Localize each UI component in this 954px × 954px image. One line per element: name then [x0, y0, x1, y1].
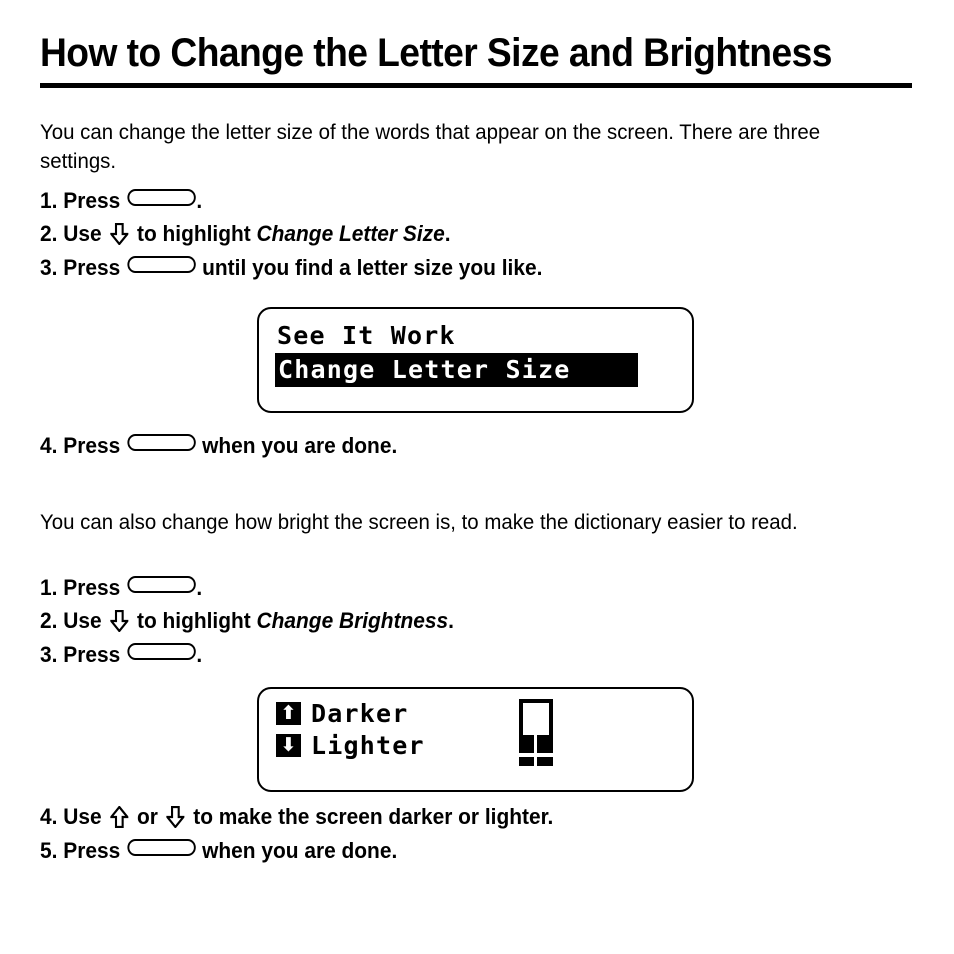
step-text-after: .: [196, 575, 203, 600]
section-one-intro: You can change the letter size of the wo…: [40, 120, 821, 173]
step-text-after: .: [448, 608, 454, 633]
lcd-screen-letter-size: See It Work Change Letter Size: [257, 307, 694, 413]
down-arrow-icon: [166, 806, 185, 828]
gauge-fill: [519, 735, 553, 755]
step-number: 2.: [40, 221, 58, 246]
step-text-after: .: [196, 188, 203, 213]
lcd-up-arrow-badge-icon: ⬆: [276, 702, 301, 725]
step-text-before: Use: [63, 804, 102, 829]
lcd-line-change-letter-size-highlighted: Change Letter Size: [275, 353, 638, 387]
step-number: 1.: [40, 575, 58, 600]
step-text-before: Press: [63, 838, 121, 863]
step-emphasis-change-letter-size: Change Letter Size: [256, 221, 445, 246]
step-number: 3.: [40, 255, 58, 280]
blank-key-icon[interactable]: [126, 189, 196, 206]
step-2-1: 1. Press .: [40, 575, 202, 601]
step-text-before: Press: [63, 188, 121, 213]
step-text-before: Press: [63, 255, 121, 280]
step-number: 4.: [40, 804, 58, 829]
step-text-middle: to highlight: [136, 608, 251, 633]
up-arrow-icon: [110, 806, 129, 828]
step-1-2: 2. Use to highlight Change Letter Size.: [40, 221, 451, 247]
step-2-4: 4. Use or to make the screen darker or l…: [40, 804, 553, 830]
step-conjunction: or: [136, 804, 158, 829]
step-number: 2.: [40, 608, 58, 633]
step-text-before: Press: [63, 433, 121, 458]
gauge-frame: [519, 699, 553, 739]
down-arrow-icon: [110, 610, 129, 632]
blank-key-icon[interactable]: [126, 643, 196, 660]
step-text-before: Press: [63, 575, 121, 600]
step-text-after: to make the screen darker or lighter.: [193, 804, 554, 829]
step-text-before: Use: [63, 221, 102, 246]
step-emphasis-change-brightness: Change Brightness: [256, 608, 449, 633]
step-1-3: 3. Press until you find a letter size yo…: [40, 255, 542, 281]
step-text-middle: to highlight: [136, 221, 251, 246]
gauge-base: [519, 757, 553, 766]
step-text-before: Use: [63, 608, 102, 633]
brightness-gauge-icon: [519, 699, 553, 766]
step-1-1: 1. Press .: [40, 188, 202, 214]
page-title: How to Change the Letter Size and Bright…: [40, 31, 832, 75]
blank-key-icon[interactable]: [126, 839, 196, 856]
manual-page: How to Change the Letter Size and Bright…: [0, 0, 954, 954]
step-2-5: 5. Press when you are done.: [40, 838, 397, 864]
step-text-after: .: [196, 642, 203, 667]
step-text-after: when you are done.: [202, 433, 398, 458]
down-arrow-icon: [110, 223, 129, 245]
lcd-line-see-it-work: See It Work: [277, 321, 456, 350]
step-text-after: .: [444, 221, 451, 246]
blank-key-icon[interactable]: [126, 576, 196, 593]
step-text-after: until you find a letter size you like.: [202, 255, 543, 280]
step-text-after: when you are done.: [202, 838, 398, 863]
step-number: 5.: [40, 838, 58, 863]
lcd-screen-brightness: ⬆ Darker ⬇ Lighter: [257, 687, 694, 792]
step-2-2: 2. Use to highlight Change Brightness.: [40, 608, 454, 634]
blank-key-icon[interactable]: [126, 434, 196, 451]
step-1-4: 4. Press when you are done.: [40, 433, 397, 459]
step-number: 1.: [40, 188, 58, 213]
step-number: 4.: [40, 433, 58, 458]
title-divider: [40, 83, 912, 88]
blank-key-icon[interactable]: [126, 256, 196, 273]
lcd-down-arrow-badge-icon: ⬇: [276, 734, 301, 757]
step-number: 3.: [40, 642, 58, 667]
step-text-before: Press: [63, 642, 121, 667]
lcd-line-darker: Darker: [311, 699, 409, 728]
section-two-intro: You can also change how bright the scree…: [40, 510, 798, 534]
step-2-3: 3. Press .: [40, 642, 202, 668]
lcd-line-lighter: Lighter: [311, 731, 425, 760]
